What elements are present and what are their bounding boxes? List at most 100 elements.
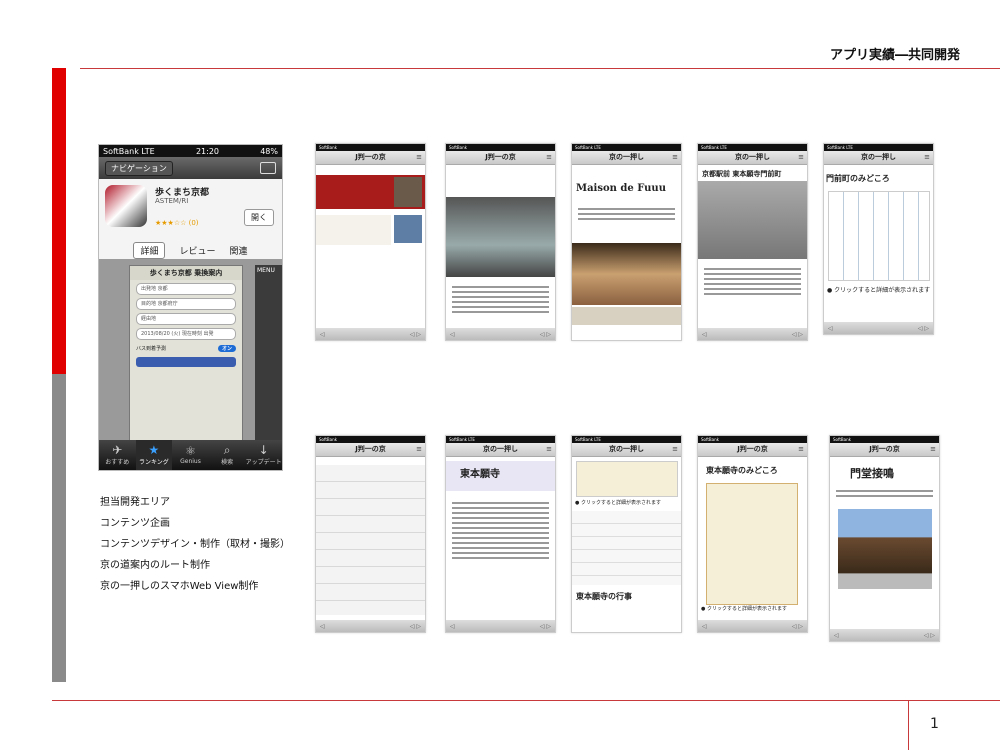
open-button[interactable]: 開く [244, 209, 274, 226]
phone-thumbnail: SoftBank J判一の京 ◁◁ ▷ [445, 143, 556, 341]
list-item: 京の道案内のルート制作 [100, 560, 210, 571]
tabbar-featured[interactable]: ✈ おすすめ [99, 440, 136, 470]
tabbar-label: Genius [180, 458, 201, 465]
accent-bar-red [52, 68, 66, 374]
temple-map [706, 483, 798, 605]
preview-field-via: 経由地 [136, 313, 236, 325]
search-icon: ⌕ [223, 443, 231, 457]
temple-heading: 東本願寺 [460, 469, 500, 480]
app-store-screenshot: SoftBank LTE 21:20 48% ナビゲーション 歩くまち京都 AS… [98, 144, 283, 471]
article-text [452, 499, 549, 562]
footer-divider [52, 700, 1000, 701]
article-heading: 京都駅前 東本願寺門前町 [702, 169, 782, 178]
thumb-footer: ◁ ◁ ▷ [698, 328, 807, 340]
thumb-footer: ◁ ◁ ▷ [446, 620, 555, 632]
featured-icon: ✈ [112, 443, 123, 457]
tabbar-updates[interactable]: ↓ アップデート [245, 440, 282, 470]
page-title: アプリ実績―共同開発 [829, 48, 960, 63]
preview-toggle: バス到着予測 オン [136, 343, 236, 353]
thumb-title: 京の一押し [572, 443, 681, 457]
preview-field-datetime: 2013/08/20 (火) 現在時刻 出発 [136, 328, 236, 340]
phone-thumbnail: SoftBank LTE 京の一押し 京都駅前 東本願寺門前町 ◁◁ ▷ [697, 143, 808, 341]
thumb-status: SoftBank LTE [572, 436, 681, 443]
thumb-body: 京都駅前 東本願寺門前町 [698, 165, 807, 336]
developer-name: ASTEM/RI [155, 197, 189, 205]
thumb-footer: ◁ ◁ ▷ [698, 620, 807, 632]
navigation-button[interactable]: ナビゲーション [105, 160, 173, 176]
article-text [704, 265, 801, 298]
thumb-status: SoftBank [316, 144, 425, 151]
article-text [452, 283, 549, 316]
photo-image [394, 177, 422, 207]
list-item: 京の一押しのスマホWeb View制作 [100, 581, 259, 592]
tab-bar: ✈ おすすめ ★ ランキング ⚛ Genius ⌕ 検索 ↓ アップデート [99, 440, 282, 470]
menu-label: MENU [257, 267, 275, 274]
thumb-body: 門堂接鳴 [830, 457, 939, 637]
accent-bar-gray [52, 374, 66, 682]
area-map [576, 461, 678, 497]
thumb-status: SoftBank LTE [698, 144, 807, 151]
thumb-title: J判一の京 [830, 443, 939, 457]
tabbar-label: 検索 [221, 459, 234, 466]
responsibility-list: 担当開発エリア コンテンツ企画 コンテンツデザイン・制作（取材・撮影） 京の道案… [100, 492, 290, 597]
tabbar-label: アップデート [245, 459, 282, 466]
genius-icon: ⚛ [185, 444, 196, 458]
phone-thumbnail: SoftBank LTE 京の一押し ● クリックすると詳細が表示されます 東本… [571, 435, 682, 633]
thumb-footer: ◁ ◁ ▷ [824, 322, 933, 334]
street-photo [446, 197, 555, 277]
toggle-value: オン [217, 344, 236, 352]
list-item: コンテンツデザイン・制作（取材・撮影） [100, 539, 290, 550]
phone-thumbnail: SoftBank LTE 京の一押し Maison de Fuuu [571, 143, 682, 341]
article-text [836, 487, 933, 500]
app-icon [105, 185, 147, 227]
preview-menu: MENU [255, 265, 282, 441]
tabbar-label: ランキング [138, 459, 169, 466]
photo-image [394, 215, 422, 243]
food-photo [572, 243, 681, 305]
thumb-footer: ◁ ◁ ▷ [830, 629, 939, 641]
phone-thumbnail: SoftBank J判一の京 ◁◁ ▷ [315, 435, 426, 633]
list-item: 担当開発エリア [100, 497, 170, 508]
shop-heading: Maison de Fuuu [576, 183, 666, 194]
tabbar-search[interactable]: ⌕ 検索 [209, 440, 246, 470]
tabbar-label: おすすめ [105, 459, 130, 466]
thumb-status: SoftBank [830, 436, 939, 443]
map-caption: ● クリックすると詳細が表示されます [575, 500, 661, 506]
area-map [828, 191, 930, 281]
screenshot-preview: 歩くまち京都 乗換案内 出発地 京都 目的地 京都府庁 経由地 2013/08/… [99, 259, 282, 449]
thumb-body: ● クリックすると詳細が表示されます 東本願寺の行事 [572, 457, 681, 628]
food-photo [572, 307, 681, 325]
tabbar-ranking[interactable]: ★ ランキング [135, 440, 173, 470]
thumb-footer: ◁ ◁ ▷ [316, 328, 425, 340]
thumb-body [446, 165, 555, 336]
thumb-body: Maison de Fuuu [572, 165, 681, 336]
tab-details[interactable]: 詳細 [133, 241, 166, 259]
thumb-title: J判一の京 [316, 151, 425, 165]
thumb-status: SoftBank [316, 436, 425, 443]
temple-photo [838, 509, 932, 589]
thumb-title: 京の一押し [572, 151, 681, 165]
map-caption: ● クリックすると詳細が表示されます [827, 287, 931, 294]
tab-reviews[interactable]: レビュー [179, 244, 215, 257]
hall-heading: 門堂接鳴 [850, 467, 894, 480]
tab-related[interactable]: 関連 [230, 244, 248, 257]
download-icon: ↓ [258, 443, 269, 457]
thumb-title: J判一の京 [446, 151, 555, 165]
preview-field-destination: 目的地 京都府庁 [136, 298, 236, 310]
share-icon[interactable] [260, 162, 276, 174]
phone-thumbnail: SoftBank LTE 京の一押し 東本願寺 ◁◁ ▷ [445, 435, 556, 633]
map-caption: ● クリックすると詳細が表示されます [701, 606, 787, 612]
events-heading: 東本願寺の行事 [576, 591, 632, 601]
phone-thumbnail: SoftBank J判一の京 ◁◁ ▷ [315, 143, 426, 341]
star-icon: ★ [148, 443, 160, 457]
app-info: 歩くまち京都 ASTEM/RI ★★★☆☆ (0) 開く [99, 179, 282, 241]
tabbar-genius[interactable]: ⚛ Genius [172, 440, 209, 470]
article-text [578, 205, 675, 223]
phone-thumbnail: SoftBank J判一の京 門堂接鳴 ◁◁ ▷ [829, 435, 940, 642]
thumb-body [316, 457, 425, 628]
thumb-body: 門前町のみどころ ● クリックすると詳細が表示されます [824, 165, 933, 330]
thumb-title: 京の一押し [824, 151, 933, 165]
battery-label: 48% [260, 146, 278, 156]
carrier-label: SoftBank LTE [103, 146, 155, 156]
footer-separator [908, 700, 909, 750]
